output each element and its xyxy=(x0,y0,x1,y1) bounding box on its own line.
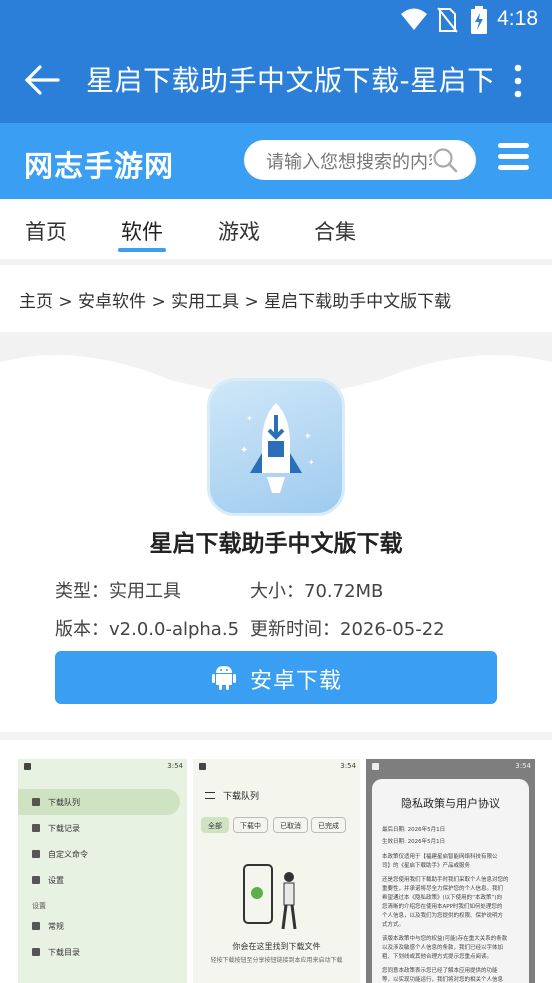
screenshot-2[interactable]: 3:54 下载队列 全部 下载中 已取消 已完成 你会在这里找到下载文件 轻按下… xyxy=(193,759,360,983)
no-sim-icon xyxy=(437,7,458,33)
android-download-button[interactable]: 安卓下载 xyxy=(55,651,497,704)
list-item: 下载记录 xyxy=(18,815,187,841)
list-item: 下载队列 xyxy=(18,789,180,815)
dialog-line: 式方式。 xyxy=(382,922,405,928)
wifi-icon xyxy=(401,8,427,30)
search-icon[interactable] xyxy=(432,147,458,173)
battery-charging-icon xyxy=(471,6,487,34)
download-button-label: 安卓下载 xyxy=(250,669,343,694)
hamburger-menu-icon xyxy=(205,792,215,799)
site-header: 网志手游网 请输入您想搜索的内容 xyxy=(0,123,552,199)
page-title: 星启下载助手中文版下载-星启下载助手安 xyxy=(86,64,492,97)
dialog-line: 您同意本政策表示您已经了解本应用提供的功能 xyxy=(382,968,498,974)
app-size: 大小：70.72MB xyxy=(250,581,384,602)
list-item: 设置 xyxy=(18,867,187,893)
site-logo[interactable]: 网志手游网 xyxy=(24,143,174,185)
dialog-line: 您清晰的介绍您在使用本APP时我们如何处理您的 xyxy=(382,904,503,910)
dialog-line: 还是您使用我们下载助手时我们采取个人信息对您的 xyxy=(382,877,509,883)
section-title: 设置 xyxy=(32,902,46,910)
svg-text:✦: ✦ xyxy=(304,432,312,442)
dialog-line: 生效日期: 2026年5月1日 xyxy=(382,839,446,845)
dialog-title: 隐私政策与用户协议 xyxy=(401,797,500,810)
mock-status-bar: 3:54 xyxy=(18,759,187,775)
empty-state-subtext: 轻按下载按钮至分享按钮链接到本应用来启动下载 xyxy=(210,957,343,964)
dialog-line: 等，以实现功能运行，我们将对您的相关个人信息 xyxy=(382,977,504,983)
tab-software[interactable]: 软件 xyxy=(121,216,163,246)
download-dot-icon xyxy=(251,887,263,899)
search-input[interactable]: 请输入您想搜索的内容 xyxy=(266,148,432,174)
mock-status-bar: 3:54 xyxy=(366,759,535,775)
empty-state-caption: 你会在这里找到下载文件 xyxy=(232,942,321,951)
svg-text:✦: ✦ xyxy=(240,445,248,456)
hamburger-menu-icon[interactable] xyxy=(498,143,530,173)
chip: 全部 xyxy=(201,817,229,833)
dialog-line: 个人信息，以及我们为您提供的权限、保护说明方 xyxy=(382,913,504,919)
rocket-download-icon: ✦ ✦ ✦ ✦ xyxy=(207,378,345,516)
app-update-date: 更新时间：2026-05-22 xyxy=(250,619,445,640)
app-type: 类型：实用工具 xyxy=(55,581,181,602)
dialog-line: 本政策仅适用于【福建星启智能网络科技有限公 xyxy=(382,854,498,860)
list-item: 自定义命令 xyxy=(18,841,187,867)
arrow-left-icon[interactable] xyxy=(22,60,62,100)
tab-games[interactable]: 游戏 xyxy=(218,216,260,246)
svg-text:✦: ✦ xyxy=(308,458,315,467)
more-vert-icon[interactable] xyxy=(502,62,534,102)
nav-tabs: 首页 软件 游戏 合集 xyxy=(0,199,552,259)
list-item: 常规 xyxy=(18,913,187,939)
dialog-line: 希望通过本《隐私政策》(以下使用的“本政策”)向 xyxy=(382,895,502,901)
screenshot-3[interactable]: 3:54 隐私政策与用户协议 最后日期: 2026年5月1日 生效日期: 202… xyxy=(366,759,535,983)
breadcrumb[interactable]: 主页 > 安卓软件 > 实用工具 > 星启下载助手中文版下载 xyxy=(0,265,552,332)
screenshot-gallery[interactable]: 3:54 下载队列 下载记录 自定义命令 设置 设置 常规 下载目录 3:54 … xyxy=(0,740,552,983)
mock-title: 下载队列 xyxy=(223,792,260,802)
app-hero: ✦ ✦ ✦ ✦ 星启下载助手中文版下载 类型：实用工具 大小：70.72MB 版本：… xyxy=(0,332,552,732)
clock: 4:18 xyxy=(497,7,538,30)
tab-home[interactable]: 首页 xyxy=(25,216,67,246)
chip: 已取消 xyxy=(273,817,308,833)
privacy-dialog: 隐私政策与用户协议 最后日期: 2026年5月1日 生效日期: 2026年5月1… xyxy=(372,779,529,983)
status-bar: 4:18 xyxy=(0,0,552,40)
chip: 下载中 xyxy=(233,817,268,833)
svg-text:✦: ✦ xyxy=(246,414,253,423)
android-icon xyxy=(212,666,236,690)
active-tab-indicator xyxy=(118,248,166,252)
list-item: 下载目录 xyxy=(18,939,187,965)
app-name: 星启下载助手中文版下载 xyxy=(149,531,403,557)
dialog-line: 司】的《星启下载助手》产品或服务 xyxy=(382,863,471,869)
person-illustration xyxy=(281,872,297,930)
mock-status-bar: 3:54 xyxy=(193,759,360,775)
chip: 已完成 xyxy=(311,817,346,833)
dialog-line: 重要性，并承诺将尽全力保护您的个人信息。我们 xyxy=(382,886,504,892)
dialog-line: 最后日期: 2026年5月1日 xyxy=(382,827,446,833)
app-bar: 星启下载助手中文版下载-星启下载助手安 xyxy=(0,40,552,123)
dialog-line: 以及涉及敏感个人信息的条款，我们已经以字体加 xyxy=(382,945,504,951)
tab-collections[interactable]: 合集 xyxy=(314,216,356,246)
app-version: 版本：v2.0.0-alpha.5 xyxy=(55,619,240,640)
search-box[interactable]: 请输入您想搜索的内容 xyxy=(244,140,476,180)
dialog-line: 粗、下划线或其他合理方式提示您重点阅读。 xyxy=(382,954,493,960)
dialog-line: 该版本政策中与您的权益(可能)存在重大关系的条款 xyxy=(382,936,508,942)
screenshot-1[interactable]: 3:54 下载队列 下载记录 自定义命令 设置 设置 常规 下载目录 xyxy=(18,759,187,983)
